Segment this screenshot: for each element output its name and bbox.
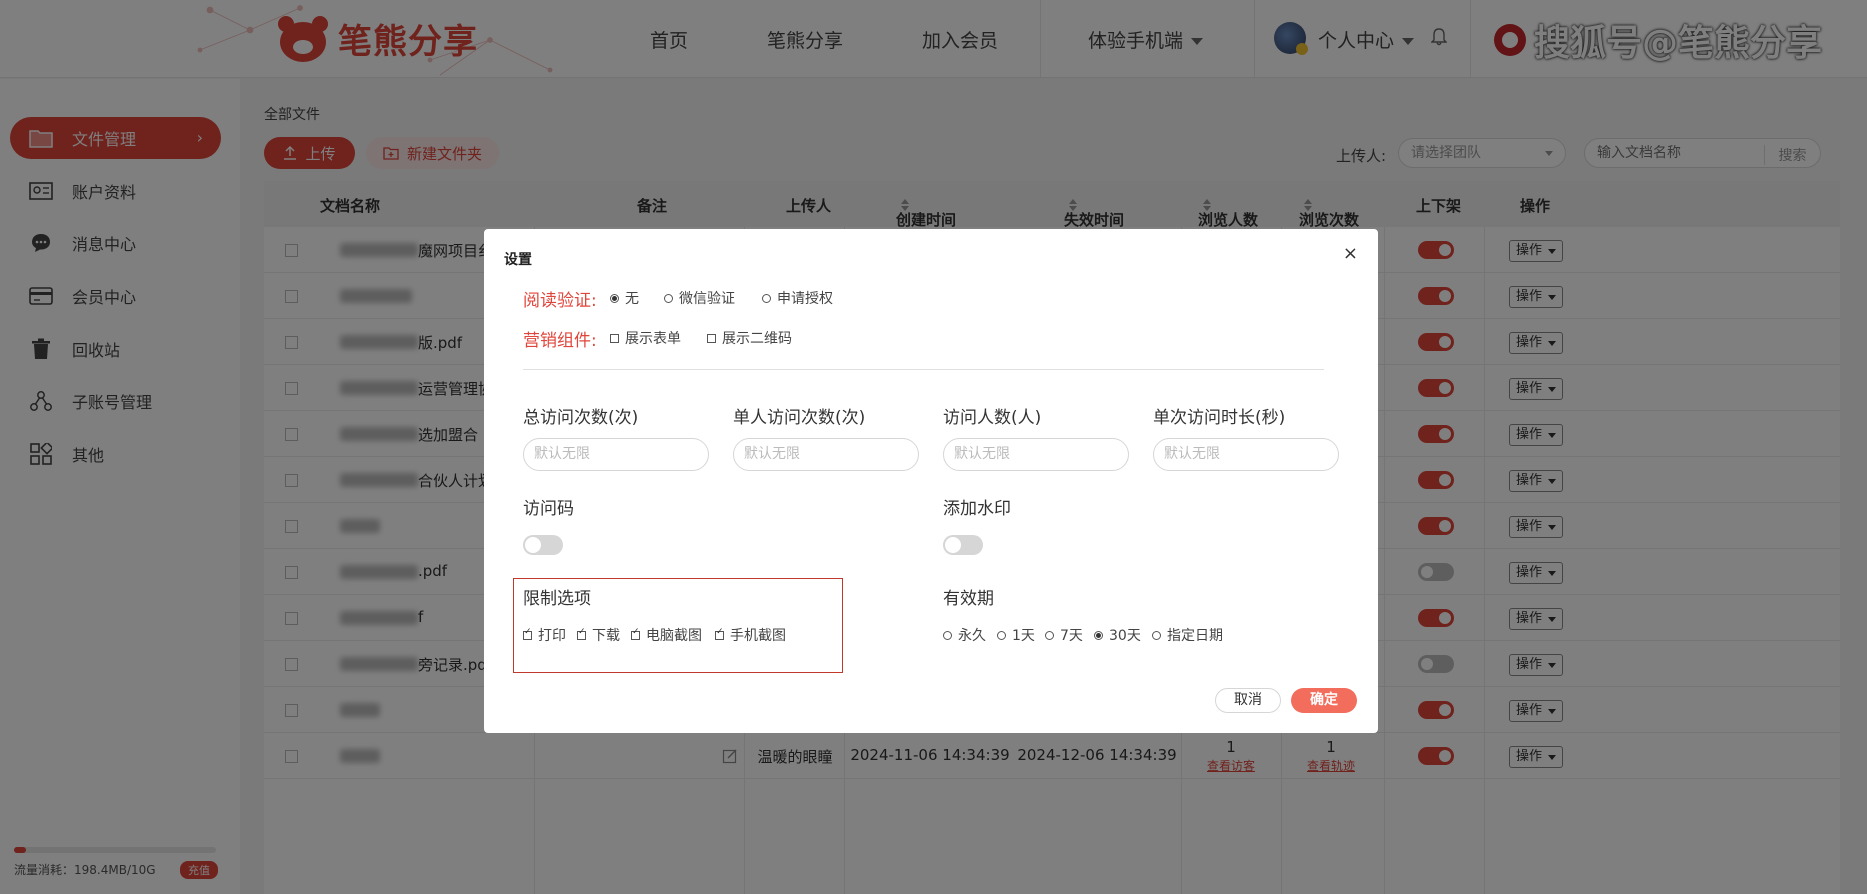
read-verify-label: 阅读验证: [523,291,597,311]
dialog-title: 设置 [504,252,532,268]
option-label: 指定日期 [1167,628,1223,644]
option-label: 电脑截图 [646,628,702,644]
radio-selected [1094,630,1103,640]
cancel-button[interactable]: 取消 [1215,688,1281,713]
validity-option-1day[interactable]: 1天 [997,625,1035,645]
option-label: 申请授权 [777,291,833,307]
checkbox-checked [631,627,640,640]
marketing-option-qrcode[interactable]: 展示二维码 [707,328,792,348]
visitors-label: 访问人数(人) [943,408,1042,428]
restrict-option-mobile-screenshot[interactable]: 手机截图 [715,625,786,645]
option-label: 展示表单 [625,331,681,347]
marketing-option-form[interactable]: 展示表单 [610,328,681,348]
radio-unselected [1045,630,1054,640]
option-label: 7天 [1060,628,1083,644]
checkbox-checked [523,627,532,640]
dialog-divider [523,369,1324,370]
option-label: 1天 [1012,628,1035,644]
single-visits-input[interactable]: 默认无限 [733,438,919,471]
option-label: 无 [625,291,639,307]
option-label: 微信验证 [679,291,735,307]
radio-unselected [1152,630,1161,640]
checkbox-unchecked [707,333,716,343]
access-code-toggle[interactable] [523,535,563,555]
duration-input[interactable]: 默认无限 [1153,438,1339,471]
single-visits-label: 单人访问次数(次) [733,408,866,428]
validity-option-forever[interactable]: 永久 [943,625,986,645]
option-label: 手机截图 [730,628,786,644]
option-label: 展示二维码 [722,331,792,347]
validity-option-custom-date[interactable]: 指定日期 [1152,625,1223,645]
confirm-button[interactable]: 确定 [1291,688,1357,713]
radio-unselected [943,630,952,640]
read-verify-option-none[interactable]: 无 [610,288,639,308]
restrict-option-pc-screenshot[interactable]: 电脑截图 [631,625,702,645]
radio-unselected [664,293,673,303]
radio-unselected [762,293,771,303]
checkbox-checked [715,627,724,640]
total-visits-input[interactable]: 默认无限 [523,438,709,471]
checkbox-checked [577,627,586,640]
visitors-input[interactable]: 默认无限 [943,438,1129,471]
validity-label: 有效期 [943,589,994,609]
restrict-label: 限制选项 [523,589,591,609]
validity-option-30days[interactable]: 30天 [1094,625,1141,645]
read-verify-option-authorize[interactable]: 申请授权 [762,288,833,308]
option-label: 下载 [592,628,620,644]
total-visits-label: 总访问次数(次) [523,408,639,428]
duration-label: 单次访问时长(秒) [1153,408,1286,428]
watermark-label: 添加水印 [943,499,1011,519]
radio-selected [610,293,619,303]
restrict-option-print[interactable]: 打印 [523,625,566,645]
access-code-label: 访问码 [523,499,574,519]
radio-unselected [997,630,1006,640]
restrict-option-download[interactable]: 下载 [577,625,620,645]
validity-option-7days[interactable]: 7天 [1045,625,1083,645]
option-label: 打印 [538,628,566,644]
watermark-toggle[interactable] [943,535,983,555]
close-icon[interactable]: × [1343,243,1358,264]
read-verify-option-wechat[interactable]: 微信验证 [664,288,735,308]
option-label: 30天 [1109,628,1141,644]
option-label: 永久 [958,628,986,644]
settings-dialog: 设置 × 阅读验证: 无 微信验证 申请授权 营销组件: 展示表单 展示二维码 … [484,229,1378,733]
checkbox-unchecked [610,333,619,343]
marketing-label: 营销组件: [523,331,597,351]
